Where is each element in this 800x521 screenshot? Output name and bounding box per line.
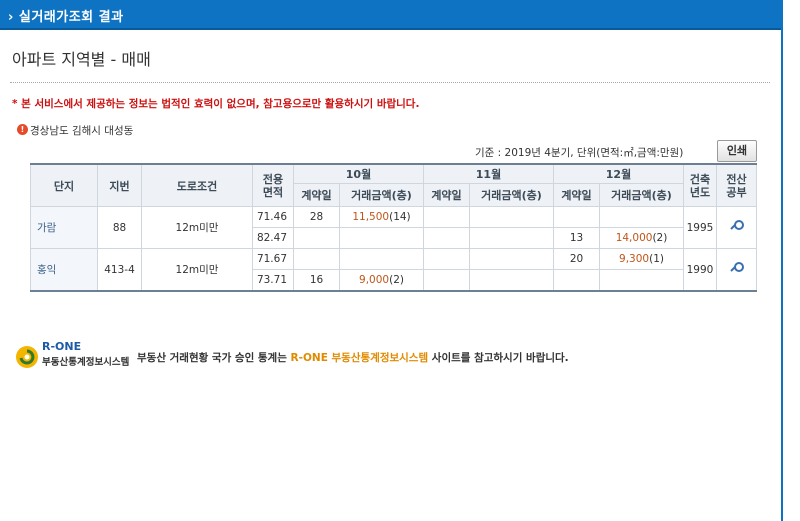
area-value: 82.47 (252, 227, 294, 249)
amount-cell: 11,500(14) (339, 206, 424, 228)
floor-value: (1) (649, 253, 664, 265)
road-condition: 12m미만 (141, 248, 253, 292)
col-month-11: 11월 (423, 163, 554, 184)
col-register: 전산 공부 (716, 163, 757, 207)
built-year: 1990 (683, 248, 717, 292)
amount-cell: 9,300(1) (599, 248, 684, 270)
contract-day: 16 (293, 269, 340, 292)
amount-value: 14,000 (615, 232, 653, 244)
col-amount: 거래금액(층) (339, 183, 424, 207)
col-contract-day: 계약일 (293, 183, 340, 207)
print-button[interactable]: 인쇄 (717, 140, 757, 162)
amount-cell: 9,000(2) (339, 269, 424, 292)
col-month-12: 12월 (553, 163, 684, 184)
col-contract-day: 계약일 (553, 183, 600, 207)
basis-info: 기준 : 2019년 4분기, 단위(면적:㎡,금액:만원) (475, 147, 684, 159)
rone-logo-name[interactable]: R-ONE (42, 341, 81, 353)
contract-day (423, 269, 470, 292)
col-month-10: 10월 (293, 163, 424, 184)
amount-value: 9,300 (619, 253, 650, 265)
amount-cell (469, 269, 554, 292)
built-year: 1995 (683, 206, 717, 249)
title-divider (10, 82, 770, 83)
col-amount: 거래금액(층) (599, 183, 684, 207)
result-header-title: › 실거래가조회 결과 (8, 10, 124, 25)
contract-day (553, 269, 600, 292)
col-contract-day: 계약일 (423, 183, 470, 207)
rone-text-post: 사이트를 참고하시기 바랍니다. (428, 352, 569, 364)
col-road: 도로조건 (141, 163, 253, 207)
rone-logo-subtitle: 부동산통계정보시스템 (42, 357, 130, 368)
amount-cell (599, 269, 684, 292)
rone-logo-icon[interactable] (15, 345, 39, 369)
magnifier-icon[interactable] (729, 220, 744, 232)
amount-cell (469, 206, 554, 228)
register-lookup[interactable] (716, 248, 757, 292)
complex-name[interactable]: 홍익 (30, 248, 98, 292)
area-value: 73.71 (252, 269, 294, 292)
amount-cell (469, 227, 554, 249)
lot-number: 88 (97, 206, 142, 249)
transaction-table: 단지 지번 도로조건 전용 면적 10월 11월 12월 건축 년도 전산 공부… (30, 163, 757, 292)
amount-value: 9,000 (359, 274, 390, 286)
col-lot: 지번 (97, 163, 142, 207)
amount-cell (339, 227, 424, 249)
contract-day (553, 206, 600, 228)
amount-value: 11,500 (352, 211, 390, 223)
contract-day (293, 227, 340, 249)
contract-day: 28 (293, 206, 340, 228)
magnifier-icon[interactable] (729, 262, 744, 274)
col-complex: 단지 (30, 163, 98, 207)
contract-day: 13 (553, 227, 600, 249)
road-condition: 12m미만 (141, 206, 253, 249)
contract-day (423, 206, 470, 228)
floor-value: (14) (389, 211, 411, 223)
page-title: 아파트 지역별 - 매매 (12, 50, 151, 69)
lot-number: 413-4 (97, 248, 142, 292)
col-built-year: 건축 년도 (683, 163, 717, 207)
area-value: 71.67 (252, 248, 294, 270)
amount-cell (599, 206, 684, 228)
floor-value: (2) (652, 232, 668, 244)
col-amount: 거래금액(층) (469, 183, 554, 207)
legal-notice: * 본 서비스에서 제공하는 정보는 법적인 효력이 없으며, 참고용으로만 활… (12, 98, 420, 110)
contract-day: 20 (553, 248, 600, 270)
rone-reference-text: 부동산 거래현황 국가 승인 통계는 R-ONE 부동산통계정보시스템 사이트를… (137, 350, 569, 365)
table-row: 홍익 413-4 12m미만 71.67 20 9,300(1) 1990 (30, 248, 757, 292)
info-icon: ! (17, 124, 28, 135)
floor-value: (2) (389, 274, 404, 286)
region-label: 경상남도 김해시 대성동 (30, 125, 134, 137)
amount-cell: 14,000(2) (599, 227, 684, 249)
amount-cell (469, 248, 554, 270)
complex-name[interactable]: 가람 (30, 206, 98, 249)
area-value: 71.46 (252, 206, 294, 228)
contract-day (423, 248, 470, 270)
register-lookup[interactable] (716, 206, 757, 249)
contract-day (423, 227, 470, 249)
right-border (781, 0, 783, 521)
rone-link[interactable]: R-ONE 부동산통계정보시스템 (291, 352, 429, 364)
rone-text-pre: 부동산 거래현황 국가 승인 통계는 (137, 352, 291, 364)
result-header-bar: › 실거래가조회 결과 (0, 0, 781, 30)
col-area: 전용 면적 (252, 163, 294, 207)
amount-cell (339, 248, 424, 270)
table-row: 가람 88 12m미만 71.46 28 11,500(14) 1995 (30, 206, 757, 249)
contract-day (293, 248, 340, 270)
